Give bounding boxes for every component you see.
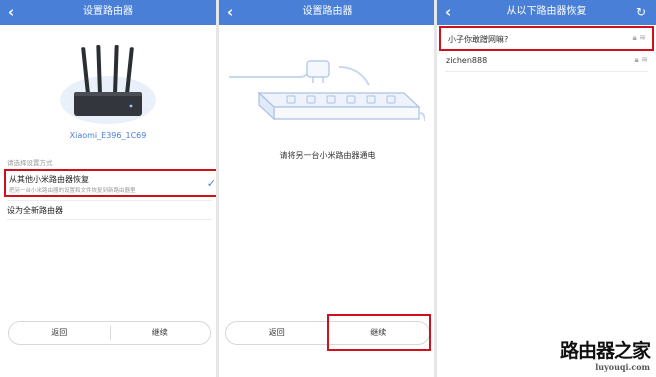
back-button[interactable]: 返回: [226, 322, 328, 344]
network-ssid: zichen888: [446, 56, 488, 65]
site-watermark: 路由器之家 luyouqi.com: [559, 340, 651, 372]
header-bar: ‹ 从以下路由器恢复 ↻: [437, 0, 656, 25]
section-label: 请选择设置方式: [7, 159, 53, 167]
option-restore-from-router[interactable]: 从其他小米路由器恢复 把另一台小米路由器的设置和文件恢复到新路由器里 ✓: [4, 169, 216, 197]
header-bar: ‹ 设置路由器: [219, 0, 436, 25]
refresh-icon[interactable]: ↻: [636, 4, 646, 20]
power-strip-image: [229, 60, 425, 122]
check-icon: ✓: [206, 177, 216, 190]
page-title: 设置路由器: [83, 6, 133, 17]
button-bar: 返回 继续: [8, 321, 211, 345]
instruction-text: 请将另一台小米路由器通电: [279, 151, 376, 160]
lock-wifi-icon: 🔒︎ ≋: [634, 55, 648, 64]
option-restore-title: 从其他小米路由器恢复: [9, 175, 89, 184]
page-title: 从以下路由器恢复: [506, 6, 587, 17]
network-ssid: 小子你敢蹭网嘛?: [448, 35, 509, 44]
watermark-url: luyouqi.com: [595, 362, 650, 372]
lock-wifi-icon: 🔒︎ ≋: [632, 33, 646, 42]
restore-from-router-screen: ‹ 从以下路由器恢复 ↻ 小子你敢蹭网嘛? 🔒︎ ≋ zichen888 🔒︎ …: [437, 0, 656, 377]
continue-button[interactable]: 继续: [110, 322, 211, 344]
router-name: Xiaomi_E396_1C69: [69, 131, 147, 140]
router-image: [60, 45, 156, 124]
network-item[interactable]: zichen888 🔒︎ ≋: [439, 53, 654, 69]
watermark-title: 路由器之家: [559, 340, 651, 362]
option-restore-description: 把另一台小米路由器的设置和文件恢复到新路由器里: [9, 188, 136, 194]
continue-highlight: [327, 314, 431, 351]
option-set-as-new-router[interactable]: 设为全新路由器: [7, 205, 63, 216]
divider: [445, 71, 648, 72]
header-bar: ‹ 设置路由器: [0, 0, 216, 25]
setup-router-screen: ‹ 设置路由器 Xiaomi_E396_1C69 请选择设置方式 从其他小米路由…: [0, 0, 216, 377]
divider: [7, 219, 212, 220]
page-title: 设置路由器: [302, 6, 353, 17]
back-button[interactable]: 返回: [9, 322, 110, 344]
network-item[interactable]: 小子你敢蹭网嘛? 🔒︎ ≋: [439, 26, 654, 51]
divider: [7, 200, 212, 201]
